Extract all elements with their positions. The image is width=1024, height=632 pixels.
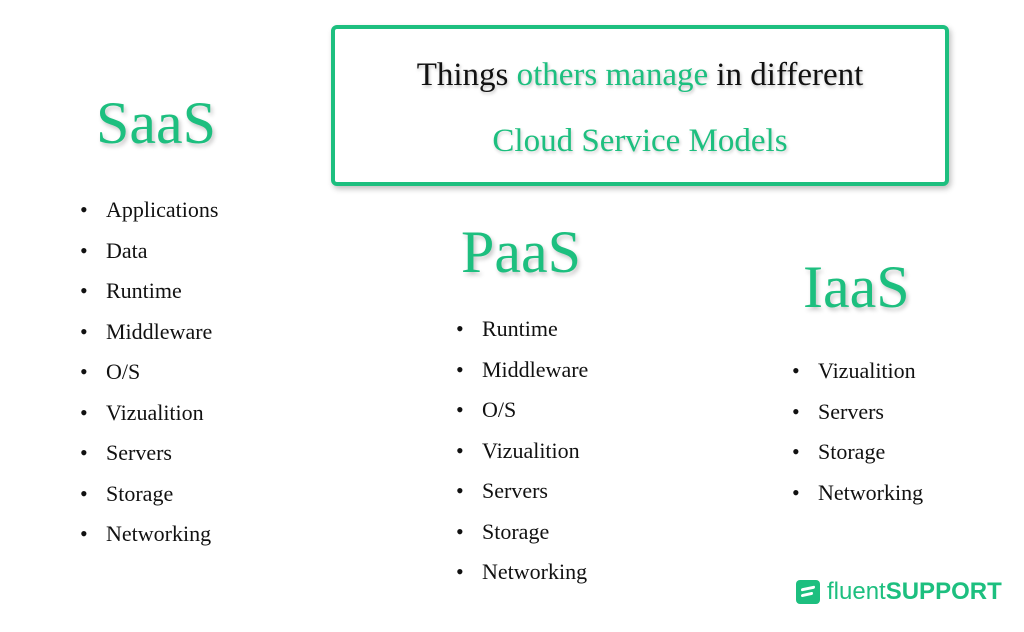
list-item: Vizualition (456, 439, 588, 481)
list-item: Middleware (80, 320, 218, 362)
fluent-support-logo: fluentSUPPORT (796, 578, 1002, 606)
list-item: Networking (456, 561, 588, 602)
list-item: Vizualition (792, 360, 923, 401)
list-item: Runtime (80, 280, 218, 321)
paas-heading: PaaS (461, 219, 581, 285)
iaas-heading: IaaS (803, 254, 910, 320)
list-item: O/S (456, 399, 588, 440)
logo-text-bold: SUPPORT (885, 578, 1002, 605)
title-accent: others manage (516, 57, 709, 93)
list-item: Storage (792, 441, 923, 482)
title-suffix: in different (708, 57, 864, 93)
list-item: Middleware (456, 358, 588, 400)
list-item: Networking (792, 481, 923, 523)
list-item: Servers (80, 442, 218, 483)
title-box: Things others manage in different Cloud … (331, 25, 949, 186)
saas-list: ApplicationsDataRuntimeMiddlewareO/SVizu… (80, 199, 218, 564)
list-item: Storage (456, 520, 588, 562)
list-item: Runtime (456, 318, 588, 359)
iaas-list: VizualitionServersStorageNetworking (792, 360, 923, 522)
title-line-1: Things others manage in different (335, 57, 945, 94)
title-prefix: Things (416, 57, 517, 93)
list-item: Networking (80, 523, 218, 564)
paas-list: RuntimeMiddlewareO/SVizualitionServersSt… (456, 318, 588, 602)
fluent-logo-icon (796, 580, 820, 604)
list-item: Storage (80, 482, 218, 524)
list-item: Data (80, 239, 218, 281)
saas-heading: SaaS (96, 90, 216, 156)
list-item: Applications (80, 199, 218, 240)
list-item: Servers (792, 400, 923, 442)
title-line-2: Cloud Service Models (492, 123, 788, 159)
list-item: Servers (456, 480, 588, 521)
logo-text: fluentSUPPORT (827, 578, 1002, 606)
list-item: Vizualition (80, 401, 218, 443)
logo-text-light: fluent (827, 578, 886, 605)
list-item: O/S (80, 361, 218, 402)
